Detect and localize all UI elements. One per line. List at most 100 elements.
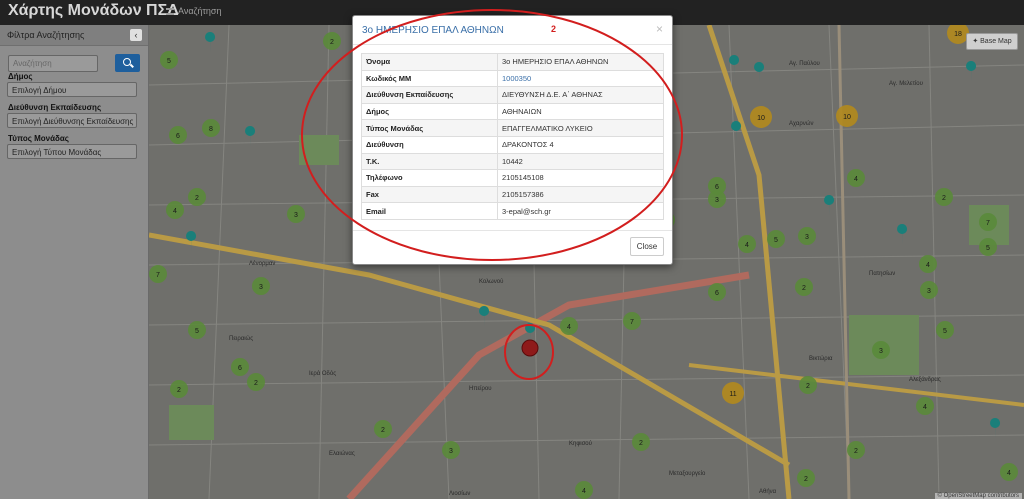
marker-cluster[interactable]: 2 — [795, 278, 813, 296]
marker-cluster[interactable]: 2 — [847, 441, 865, 459]
street-label: Αγ. Παύλου — [789, 61, 820, 67]
marker-cluster[interactable]: 2 — [170, 380, 188, 398]
marker-cluster[interactable]: 4 — [166, 201, 184, 219]
marker-cluster[interactable]: 4 — [738, 235, 756, 253]
directorate-select[interactable]: Επιλογή Διεύθυνσης Εκπαίδευσης — [7, 113, 137, 128]
search-button[interactable] — [115, 54, 140, 72]
street-label: Λιοσίων — [449, 491, 470, 497]
marker-cluster[interactable]: 7 — [979, 213, 997, 231]
cluster-count: 2 — [195, 195, 199, 202]
row-key: Τ.Κ. — [361, 152, 498, 171]
sidebar-header: Φίλτρα Αναζήτησης ‹ — [0, 25, 148, 46]
cluster-count: 11 — [729, 391, 736, 398]
cluster-count: 4 — [926, 262, 930, 269]
marker-cluster[interactable]: 2 — [374, 420, 392, 438]
marker-cluster[interactable]: 4 — [575, 481, 593, 499]
marker-cluster[interactable]: 4 — [847, 169, 865, 187]
cluster-count: 2 — [639, 440, 643, 447]
base-map-label: Base Map — [980, 38, 1012, 45]
street-label: Ελαιώνας — [329, 451, 355, 457]
marker-cluster[interactable]: 11 — [722, 382, 744, 404]
base-map-button[interactable]: ✦ Base Map — [966, 33, 1018, 50]
marker-cluster[interactable]: 2 — [188, 188, 206, 206]
marker-cluster[interactable]: 7 — [623, 312, 641, 330]
marker-cluster[interactable]: 3 — [252, 277, 270, 295]
cluster-count: 4 — [567, 324, 571, 331]
cluster-count: 7 — [630, 319, 634, 326]
marker-cluster[interactable]: 10 — [836, 105, 858, 127]
marker-cluster[interactable]: 3 — [920, 281, 938, 299]
table-row: Fax 2105157386 — [361, 185, 664, 204]
table-row: Όνομα 3ο ΗΜΕΡΗΣΙΟ ΕΠΑΛ ΑΘΗΝΩΝ — [361, 53, 664, 71]
marker-cluster[interactable]: 3 — [442, 441, 460, 459]
marker-cluster[interactable]: 2 — [797, 469, 815, 487]
row-value: ΔΡΑΚΟΝΤΟΣ 4 — [497, 135, 664, 154]
marker-cluster[interactable]: 4 — [560, 317, 578, 335]
marker-cluster[interactable]: 3 — [708, 190, 726, 208]
cluster-count: 5 — [167, 58, 171, 65]
nav-search-link[interactable]: Αναζήτηση — [166, 6, 221, 16]
filter-sidebar: Φίλτρα Αναζήτησης ‹ Αναζήτηση Δήμος Επιλ… — [0, 25, 149, 499]
map-attribution[interactable]: © OpenStreetMap contributors — [934, 493, 1022, 499]
marker-cluster[interactable]: 4 — [916, 397, 934, 415]
row-key: Διεύθυνση — [361, 135, 498, 154]
collapse-sidebar-button[interactable]: ‹ — [130, 29, 142, 41]
row-value: ΔΙΕΥΘΥΝΣΗ Δ.Ε. Α΄ ΑΘΗΝΑΣ — [497, 86, 664, 104]
street-label: Κολωνού — [479, 279, 503, 285]
cluster-count: 3 — [805, 234, 809, 241]
search-input[interactable]: Αναζήτηση — [8, 55, 98, 72]
marker-cluster[interactable]: 6 — [231, 358, 249, 376]
cluster-count: 2 — [177, 387, 181, 394]
table-row: Κωδικός ΜΜ 1000350 — [361, 69, 664, 88]
close-button[interactable]: Close — [630, 237, 664, 256]
marker-cluster[interactable]: 8 — [202, 119, 220, 137]
cluster-count: 5 — [774, 237, 778, 244]
cluster-count: 10 — [843, 114, 851, 121]
modal-close-icon[interactable]: × — [656, 22, 663, 36]
street-label: Λένορμαν — [249, 260, 275, 267]
row-key: Όνομα — [361, 53, 498, 71]
table-row: Τύπος Μονάδας ΕΠΑΓΓΕΛΜΑΤΙΚΟ ΛΥΚΕΙΟ — [361, 119, 664, 137]
layers-icon: ✦ — [972, 38, 981, 45]
table-row: Τηλέφωνο 2105145108 — [361, 169, 664, 187]
marker-cluster[interactable]: 5 — [188, 321, 206, 339]
marker-cluster[interactable]: 3 — [798, 227, 816, 245]
marker-cluster[interactable]: 2 — [632, 433, 650, 451]
marker-cluster[interactable]: 4 — [1000, 463, 1018, 481]
marker-cluster[interactable]: 2 — [247, 373, 265, 391]
street-label: Πατησίων — [869, 271, 895, 277]
modal-title: 3ο ΗΜΕΡΗΣΙΟ ΕΠΑΛ ΑΘΗΝΩΝ — [362, 25, 504, 36]
row-value: ΑΘΗΝΑΙΩΝ — [497, 102, 664, 121]
marker-cluster[interactable]: 3 — [872, 341, 890, 359]
cluster-count: 2 — [942, 195, 946, 202]
cluster-count: 7 — [986, 220, 990, 227]
table-row: Διεύθυνση Εκπαίδευσης ΔΙΕΥΘΥΝΣΗ Δ.Ε. Α΄ Α… — [361, 86, 664, 104]
marker-cluster[interactable]: 10 — [750, 106, 772, 128]
search-icon — [123, 58, 131, 66]
marker-cluster[interactable]: 5 — [936, 321, 954, 339]
marker-cluster[interactable]: 5 — [979, 238, 997, 256]
table-row: Διεύθυνση ΔΡΑΚΟΝΤΟΣ 4 — [361, 135, 664, 154]
unit-type-select[interactable]: Επιλογή Τύπου Μονάδας — [7, 144, 137, 159]
street-label: Ιερά Οδός — [309, 370, 336, 377]
marker-cluster[interactable]: 6 — [708, 283, 726, 301]
app-title: Χάρτης Μονάδων ΠΣΔ — [8, 2, 179, 19]
cluster-count: 2 — [806, 383, 810, 390]
municipality-select[interactable]: Επιλογή Δήμου — [7, 82, 137, 97]
row-value: ΕΠΑΓΓΕΛΜΑΤΙΚΟ ΛΥΚΕΙΟ — [497, 119, 664, 137]
marker-cluster[interactable]: 2 — [323, 32, 341, 50]
row-value: 2105145108 — [497, 169, 664, 187]
cluster-count: 8 — [209, 126, 213, 133]
marker-cluster[interactable]: 5 — [160, 51, 178, 69]
marker-cluster[interactable]: 2 — [799, 376, 817, 394]
marker-cluster[interactable]: 7 — [149, 265, 167, 283]
marker-cluster[interactable]: 2 — [935, 188, 953, 206]
row-value: 3-epal@sch.gr — [497, 202, 664, 220]
mm-code-link[interactable]: 1000350 — [502, 74, 531, 83]
marker-cluster[interactable]: 3 — [287, 205, 305, 223]
marker-cluster[interactable]: 6 — [169, 126, 187, 144]
marker-cluster[interactable]: 5 — [767, 230, 785, 248]
school-info-modal: 3ο ΗΜΕΡΗΣΙΟ ΕΠΑΛ ΑΘΗΝΩΝ × Όνομα 3ο ΗΜΕΡΗΣ… — [352, 15, 673, 265]
marker-cluster[interactable]: 4 — [919, 255, 937, 273]
table-row: Τ.Κ. 10442 — [361, 152, 664, 171]
